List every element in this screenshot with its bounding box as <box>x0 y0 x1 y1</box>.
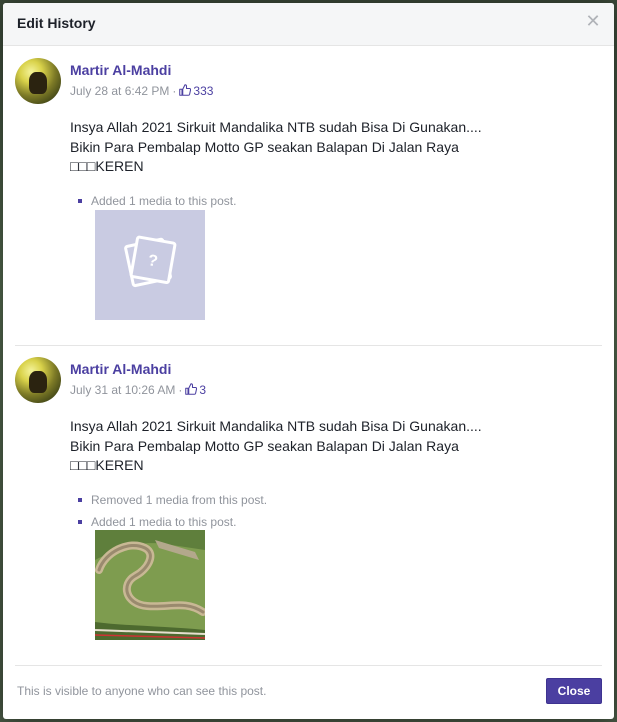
like-thumb-icon <box>179 84 192 96</box>
history-list[interactable]: Martir Al-Mahdi July 28 at 6:42 PM · 333 … <box>3 46 614 663</box>
bullet-icon <box>78 199 82 203</box>
close-icon[interactable]: ✕ <box>584 13 602 31</box>
post-text: Insya Allah 2021 Sirkuit Mandalika NTB s… <box>70 118 590 177</box>
post-text-line: Bikin Para Pembalap Motto GP seakan Bala… <box>70 437 459 454</box>
change-item: Removed 1 media from this post. <box>73 493 267 515</box>
dialog-title: Edit History <box>17 15 96 31</box>
author-name[interactable]: Martir Al-Mahdi <box>70 361 171 377</box>
post-text-line: Bikin Para Pembalap Motto GP seakan Bala… <box>70 138 459 155</box>
entry-divider <box>15 345 602 346</box>
missing-photo-placeholder[interactable]: ? <box>95 210 205 320</box>
photo-placeholder-icon: ? <box>124 235 177 288</box>
post-text-line: Insya Allah 2021 Sirkuit Mandalika NTB s… <box>70 418 482 434</box>
avatar[interactable] <box>15 357 61 403</box>
post-meta: July 28 at 6:42 PM · 333 <box>70 84 213 98</box>
post-text-line: □□□KEREN <box>70 158 144 174</box>
like-thumb-icon <box>185 383 198 395</box>
timestamp[interactable]: July 31 at 10:26 AM <box>70 383 175 397</box>
circuit-photo-image <box>95 530 205 640</box>
meta-separator: · <box>172 84 177 98</box>
post-text-line: Insya Allah 2021 Sirkuit Mandalika NTB s… <box>70 119 482 135</box>
post-text: Insya Allah 2021 Sirkuit Mandalika NTB s… <box>70 417 590 476</box>
avatar[interactable] <box>15 58 61 104</box>
timestamp[interactable]: July 28 at 6:42 PM <box>70 84 169 98</box>
bullet-icon <box>78 520 82 524</box>
dialog-footer: This is visible to anyone who can see th… <box>3 665 614 719</box>
like-count[interactable]: 3 <box>199 383 206 397</box>
visibility-note: This is visible to anyone who can see th… <box>17 684 267 698</box>
bullet-icon <box>78 498 82 502</box>
post-text-line: □□□KEREN <box>70 457 144 473</box>
edit-history-dialog: Edit History ✕ Martir Al-Mahdi July 28 a… <box>3 3 614 719</box>
meta-separator: · <box>178 383 183 397</box>
close-button[interactable]: Close <box>546 678 602 704</box>
race-circuit-aerial-photo[interactable] <box>95 530 205 640</box>
like-count[interactable]: 333 <box>193 84 213 98</box>
author-name[interactable]: Martir Al-Mahdi <box>70 62 171 78</box>
dialog-header: Edit History ✕ <box>3 3 614 46</box>
post-meta: July 31 at 10:26 AM · 3 <box>70 383 206 397</box>
